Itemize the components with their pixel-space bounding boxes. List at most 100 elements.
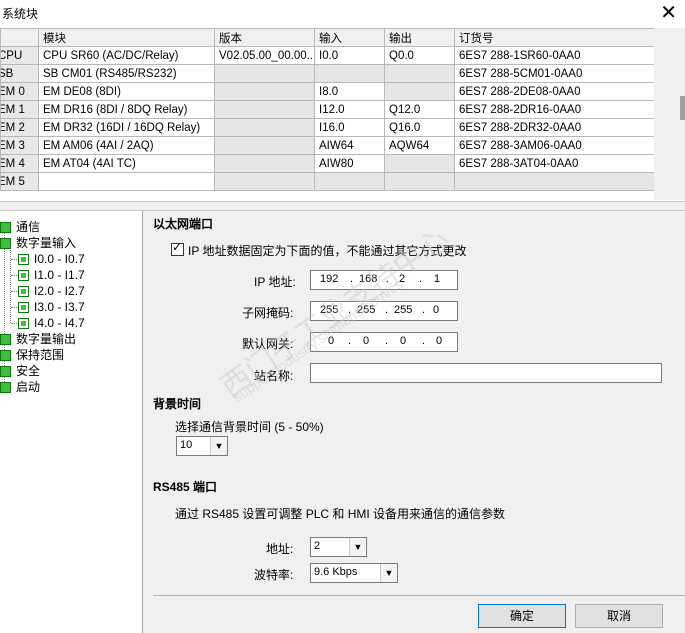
order-cell: 6ES7 288-1SR60-0AA0 (454, 46, 655, 65)
tree-item-label: I2.0 - I2.7 (34, 284, 85, 298)
module-table: 模块 版本 输入 输出 订货号 CPU CPU SR60 (AC/DC/Rela… (0, 28, 655, 191)
module-cell[interactable] (38, 172, 215, 191)
chevron-down-icon[interactable]: ▼ (210, 437, 227, 455)
table-row[interactable]: EM 3 EM AM06 (4AI / 2AQ) AIW64 AQW64 6ES… (0, 136, 655, 155)
input-cell[interactable]: I8.0 (314, 82, 385, 101)
order-cell: 6ES7 288-3AT04-0AA0 (454, 154, 655, 173)
col-header-input[interactable]: 输入 (314, 28, 385, 47)
node-icon (18, 318, 29, 329)
station-name-label: 站名称: (254, 369, 294, 383)
rs485-description: 通过 RS485 设置可调整 PLC 和 HMI 设备用来通信的通信参数 (175, 507, 506, 521)
gateway-label: 默认网关: (242, 337, 294, 351)
ok-button[interactable]: 确定 (478, 604, 566, 628)
panel-splitter[interactable] (0, 201, 685, 211)
node-icon (18, 254, 29, 265)
table-header-row: 模块 版本 输入 输出 订货号 (0, 28, 655, 47)
table-row[interactable]: EM 1 EM DR16 (8DI / 8DQ Relay) I12.0 Q12… (0, 100, 655, 119)
output-cell (384, 82, 455, 101)
tree-item-label: I0.0 - I0.7 (34, 252, 85, 266)
ip-octet: 2 (399, 273, 406, 285)
input-cell[interactable]: I0.0 (314, 46, 385, 65)
station-name-input[interactable] (310, 363, 662, 383)
mask-octet: 255 (320, 304, 339, 316)
gateway-octet: 0 (436, 335, 443, 347)
tree-item-label: I1.0 - I1.7 (34, 268, 85, 282)
chevron-down-icon[interactable]: ▼ (380, 564, 397, 582)
scroll-marker[interactable] (680, 96, 685, 120)
output-cell[interactable]: AQW64 (384, 136, 455, 155)
category-tree: 通信 数字量输入 I0.0 - I0.7 I1.0 - I1.7 I2.0 - … (0, 211, 142, 633)
version-cell (214, 64, 315, 83)
module-cell[interactable]: EM AT04 (4AI TC) (38, 154, 215, 173)
output-cell[interactable]: Q12.0 (384, 100, 455, 119)
input-cell[interactable]: AIW64 (314, 136, 385, 155)
output-cell (384, 64, 455, 83)
table-row[interactable]: EM 5 (0, 172, 655, 191)
node-icon (0, 334, 11, 345)
slot-cell: EM 0 (0, 82, 39, 101)
node-icon (0, 382, 11, 393)
module-cell[interactable]: EM DE08 (8DI) (38, 82, 215, 101)
rs485-heading: RS485 端口 (153, 480, 218, 494)
module-cell[interactable]: CPU SR60 (AC/DC/Relay) (38, 46, 215, 65)
node-icon (18, 286, 29, 297)
output-cell (384, 172, 455, 191)
ip-octet: 168 (359, 273, 378, 285)
version-cell (214, 136, 315, 155)
col-header-version[interactable]: 版本 (214, 28, 315, 47)
table-row[interactable]: CPU CPU SR60 (AC/DC/Relay) V02.05.00_00.… (0, 46, 655, 65)
col-header-output[interactable]: 输出 (384, 28, 455, 47)
mask-octet: 0 (433, 304, 440, 316)
fixed-ip-label: IP 地址数据固定为下面的值，不能通过其它方式更改 (188, 244, 467, 258)
slot-cell: EM 1 (0, 100, 39, 119)
ip-address-field[interactable]: 192 . 168 . 2 . 1 (310, 270, 458, 290)
title-bar: 系统块 ✕ (0, 0, 685, 26)
input-cell[interactable]: AIW80 (314, 154, 385, 173)
table-row[interactable]: EM 0 EM DE08 (8DI) I8.0 6ES7 288-2DE08-0… (0, 82, 655, 101)
background-heading: 背景时间 (153, 397, 202, 411)
module-cell[interactable]: EM AM06 (4AI / 2AQ) (38, 136, 215, 155)
version-cell (214, 100, 315, 119)
module-cell[interactable]: EM DR16 (8DI / 8DQ Relay) (38, 100, 215, 119)
background-time-select[interactable]: 10 ▼ (176, 436, 228, 456)
module-cell[interactable]: EM DR32 (16DI / 16DQ Relay) (38, 118, 215, 137)
tree-item-label: I3.0 - I3.7 (34, 300, 85, 314)
input-cell[interactable]: I12.0 (314, 100, 385, 119)
table-row[interactable]: SB SB CM01 (RS485/RS232) 6ES7 288-5CM01-… (0, 64, 655, 83)
chevron-down-icon[interactable]: ▼ (349, 538, 366, 556)
order-cell: 6ES7 288-2DR32-0AA0 (454, 118, 655, 137)
baud-rate-value: 9.6 Kbps (314, 566, 358, 578)
col-header-order[interactable]: 订货号 (454, 28, 655, 47)
table-row[interactable]: EM 2 EM DR32 (16DI / 16DQ Relay) I16.0 Q… (0, 118, 655, 137)
subnet-mask-field[interactable]: 255 . 255 . 255 . 0 (310, 301, 458, 321)
output-cell[interactable]: Q16.0 (384, 118, 455, 137)
output-cell (384, 154, 455, 173)
tree-item-label: 保持范围 (16, 348, 65, 362)
fixed-ip-checkbox[interactable]: ✓ (171, 240, 184, 256)
background-label: 选择通信背景时间 (5 - 50%) (175, 420, 324, 434)
input-cell[interactable]: I16.0 (314, 118, 385, 137)
gateway-octet: 0 (328, 335, 335, 347)
table-row[interactable]: EM 4 EM AT04 (4AI TC) AIW80 6ES7 288-3AT… (0, 154, 655, 173)
address-select[interactable]: 2 ▼ (310, 537, 367, 557)
module-cell[interactable]: SB CM01 (RS485/RS232) (38, 64, 215, 83)
gateway-octet: 0 (400, 335, 407, 347)
slot-cell: EM 2 (0, 118, 39, 137)
baud-rate-select[interactable]: 9.6 Kbps ▼ (310, 563, 398, 583)
order-cell: 6ES7 288-5CM01-0AA0 (454, 64, 655, 83)
ethernet-heading: 以太网端口 (153, 217, 214, 231)
ip-label: IP 地址: (254, 275, 296, 289)
close-icon[interactable]: ✕ (660, 1, 677, 23)
address-label: 地址: (266, 542, 294, 556)
bottom-divider (153, 595, 685, 596)
col-header-module[interactable]: 模块 (38, 28, 215, 47)
output-cell[interactable]: Q0.0 (384, 46, 455, 65)
tree-item-label: 安全 (16, 364, 41, 378)
version-cell (214, 172, 315, 191)
cancel-button[interactable]: 取消 (575, 604, 663, 628)
version-cell[interactable]: V02.05.00_00.00... (214, 46, 315, 65)
settings-panel: 以太网端口 ✓ IP 地址数据固定为下面的值，不能通过其它方式更改 IP 地址:… (143, 211, 685, 633)
tree-item-label: 通信 (16, 220, 41, 234)
order-cell (454, 172, 655, 191)
gateway-field[interactable]: 0 . 0 . 0 . 0 (310, 332, 458, 352)
